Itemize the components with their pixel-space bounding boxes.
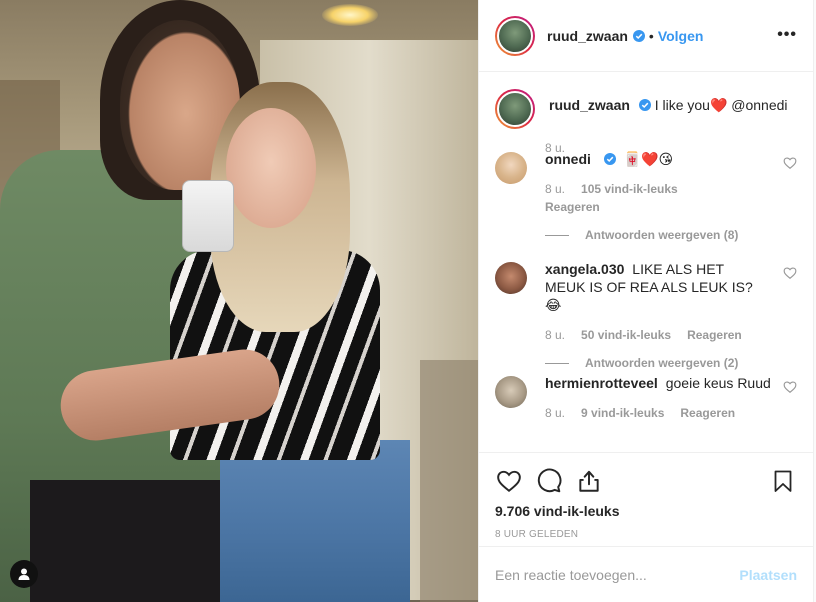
comment-like-icon[interactable] bbox=[783, 266, 797, 280]
add-comment-bar: Plaatsen bbox=[479, 546, 813, 602]
caption-mention[interactable]: @onnedi bbox=[731, 97, 787, 113]
comment-text: hermienrotteveel goeie keus Ruud bbox=[545, 374, 783, 392]
view-replies-button[interactable]: Antwoorden weergeven (8) bbox=[545, 228, 797, 242]
comment-text: onnedi 🀄❤️😘 bbox=[545, 150, 797, 168]
post-caption: ruud_zwaan I like you❤️ @onnedi 8 u. bbox=[495, 89, 797, 155]
replies-line bbox=[545, 234, 569, 236]
post-photo[interactable] bbox=[0, 0, 478, 602]
comment-likes[interactable]: 9 vind-ik-leuks bbox=[581, 406, 664, 420]
caption-avatar[interactable] bbox=[495, 89, 535, 129]
ceiling-lamp bbox=[322, 4, 378, 26]
comment-input[interactable] bbox=[495, 566, 740, 583]
reply-button[interactable]: Reageren bbox=[545, 200, 600, 214]
tagged-users-icon[interactable] bbox=[10, 560, 38, 588]
verified-badge-icon bbox=[603, 153, 616, 165]
comment-item: hermienrotteveel goeie keus Ruud 8 u. 9 … bbox=[495, 374, 797, 420]
comment-meta: 8 u. 9 vind-ik-leuks Reageren bbox=[545, 406, 797, 420]
caption-username[interactable]: ruud_zwaan bbox=[549, 97, 630, 113]
like-button[interactable] bbox=[495, 467, 523, 495]
photo-shelf bbox=[420, 360, 478, 602]
comment-likes[interactable]: 50 vind-ik-leuks bbox=[581, 328, 671, 342]
comment-like-icon[interactable] bbox=[783, 156, 797, 170]
replies-line bbox=[545, 362, 569, 364]
post-comment-button[interactable]: Plaatsen bbox=[739, 567, 797, 583]
comment-text: xangela.030 LIKE ALS HET MEUK IS OF REA … bbox=[545, 260, 797, 314]
comment-time[interactable]: 8 u. bbox=[545, 406, 565, 420]
likes-count[interactable]: 9.706 vind-ik-leuks bbox=[495, 503, 797, 519]
more-options-icon[interactable]: ••• bbox=[777, 26, 797, 44]
reply-button[interactable]: Reageren bbox=[687, 328, 742, 342]
post-side-panel: ruud_zwaan • Volgen ••• ruud_zwaan I lik… bbox=[478, 0, 814, 602]
comment-body: 🀄❤️😘 bbox=[623, 151, 674, 167]
commenter-username[interactable]: hermienrotteveel bbox=[545, 375, 658, 391]
photo-man-pants bbox=[30, 480, 230, 602]
share-icon bbox=[579, 470, 599, 492]
comment-item: onnedi 🀄❤️😘 8 u. 105 vind-ik-leuks Reage… bbox=[495, 150, 797, 242]
commenter-avatar[interactable] bbox=[495, 262, 527, 294]
person-icon bbox=[18, 568, 30, 580]
action-icons-row bbox=[495, 461, 797, 501]
post-header: ruud_zwaan • Volgen ••• bbox=[479, 0, 813, 72]
comment-like-icon[interactable] bbox=[783, 380, 797, 394]
bookmark-icon bbox=[774, 470, 792, 492]
photo-woman-face bbox=[226, 108, 316, 228]
comment-body: goeie keus Ruud bbox=[665, 375, 771, 391]
comment-time[interactable]: 8 u. bbox=[545, 328, 565, 342]
commenter-avatar[interactable] bbox=[495, 376, 527, 408]
author-username[interactable]: ruud_zwaan bbox=[547, 28, 628, 44]
view-replies-button[interactable]: Antwoorden weergeven (2) bbox=[545, 356, 797, 370]
commenter-avatar[interactable] bbox=[495, 152, 527, 184]
comment-bubble-icon bbox=[537, 468, 562, 493]
verified-badge-icon bbox=[638, 99, 651, 111]
photo-phone bbox=[182, 180, 234, 252]
commenter-username[interactable]: onnedi bbox=[545, 151, 591, 167]
reply-button[interactable]: Reageren bbox=[680, 406, 735, 420]
view-replies-label: Antwoorden weergeven (2) bbox=[585, 356, 739, 370]
caption-body: I like you bbox=[654, 97, 710, 113]
author-avatar[interactable] bbox=[495, 15, 535, 56]
follow-button[interactable]: Volgen bbox=[658, 28, 704, 44]
comment-time[interactable]: 8 u. bbox=[545, 182, 565, 196]
view-replies-label: Antwoorden weergeven (8) bbox=[585, 228, 739, 242]
save-button[interactable] bbox=[769, 467, 797, 495]
comment-item: xangela.030 LIKE ALS HET MEUK IS OF REA … bbox=[495, 260, 797, 370]
share-button[interactable] bbox=[575, 467, 603, 495]
post-timestamp[interactable]: 8 UUR GELEDEN bbox=[495, 529, 797, 540]
verified-badge-icon bbox=[632, 29, 645, 42]
heart-emoji: ❤️ bbox=[709, 97, 728, 113]
comment-reply-row: Reageren bbox=[545, 200, 797, 214]
caption-text: ruud_zwaan I like you❤️ @onnedi bbox=[549, 89, 788, 129]
photo-woman-jeans bbox=[220, 440, 410, 602]
commenter-username[interactable]: xangela.030 bbox=[545, 261, 624, 277]
post-actions: 9.706 vind-ik-leuks 8 UUR GELEDEN bbox=[479, 452, 813, 544]
comment-meta: 8 u. 105 vind-ik-leuks bbox=[545, 182, 797, 196]
heart-outline-icon bbox=[497, 470, 521, 492]
comment-button[interactable] bbox=[535, 467, 563, 495]
header-separator: • bbox=[648, 27, 654, 44]
comment-likes[interactable]: 105 vind-ik-leuks bbox=[581, 182, 678, 196]
comment-meta: 8 u. 50 vind-ik-leuks Reageren bbox=[545, 328, 797, 342]
